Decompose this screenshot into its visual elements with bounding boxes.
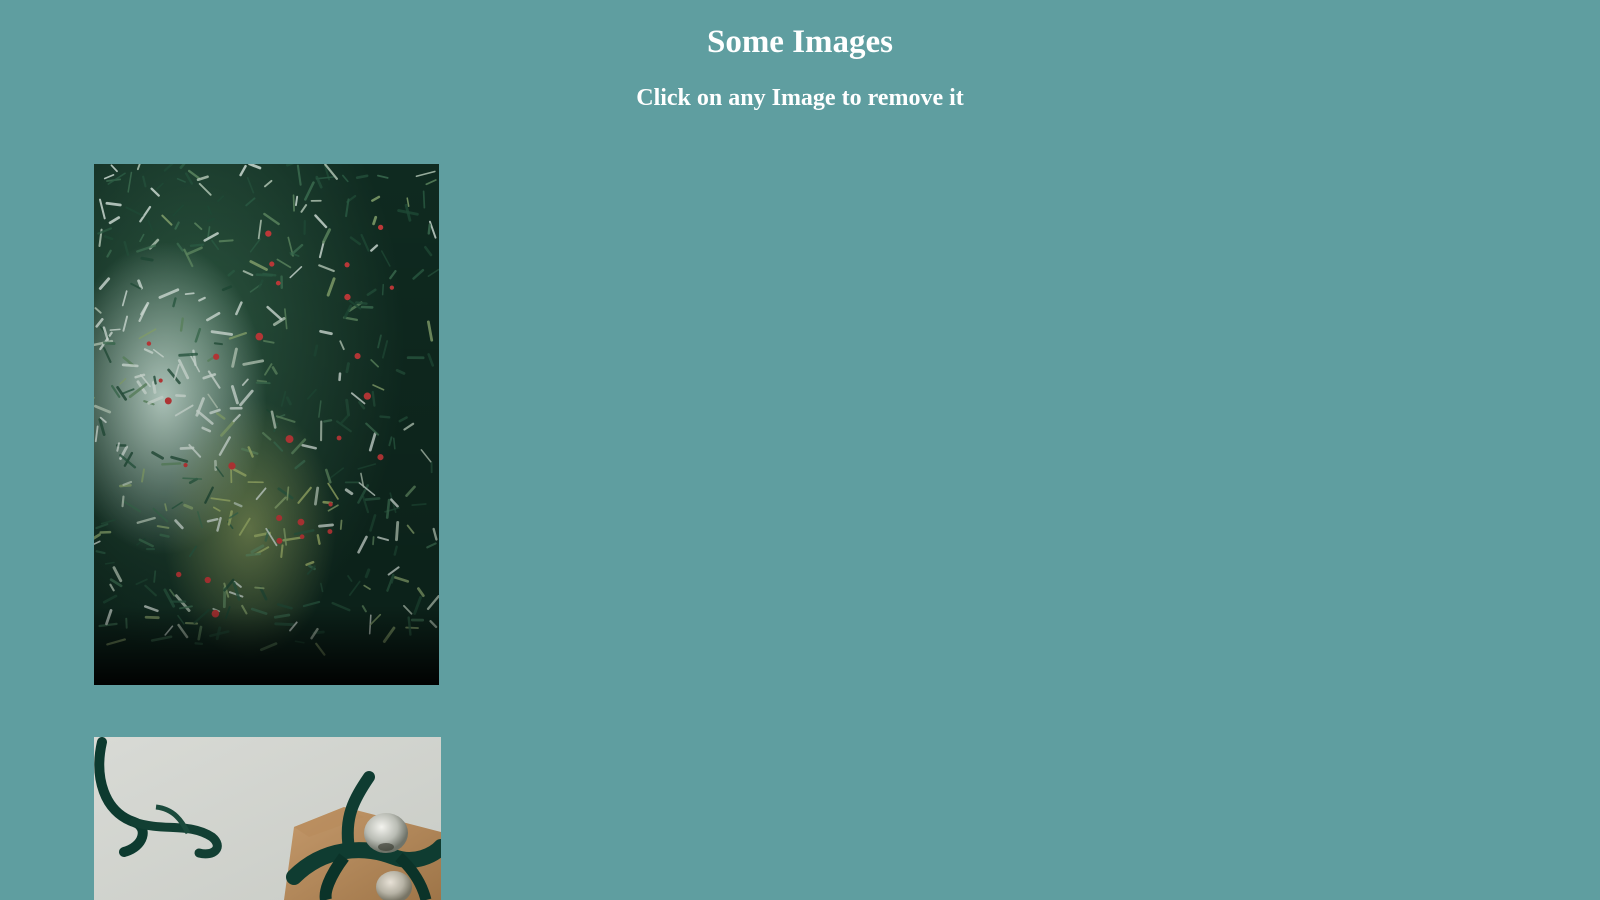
evergreen-photo <box>94 164 439 685</box>
page: Some Images Click on any Image to remove… <box>0 0 1600 900</box>
image-gift-ribbon[interactable] <box>94 737 441 900</box>
instruction-text: Click on any Image to remove it <box>636 85 964 111</box>
image-evergreen-branches[interactable] <box>94 164 439 685</box>
page-title: Some Images <box>706 24 894 60</box>
gift-photo <box>94 737 441 900</box>
